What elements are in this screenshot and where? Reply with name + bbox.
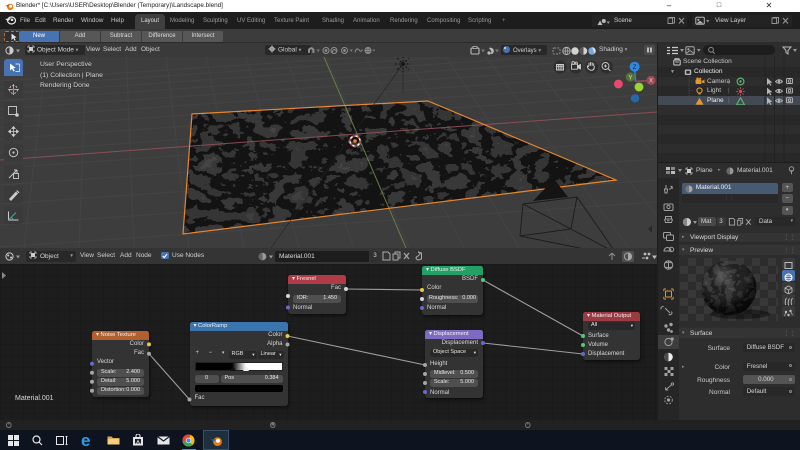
svg-text:Y: Y — [628, 75, 632, 81]
svg-text:X: X — [649, 79, 653, 85]
svg-text:Z: Z — [633, 65, 637, 71]
